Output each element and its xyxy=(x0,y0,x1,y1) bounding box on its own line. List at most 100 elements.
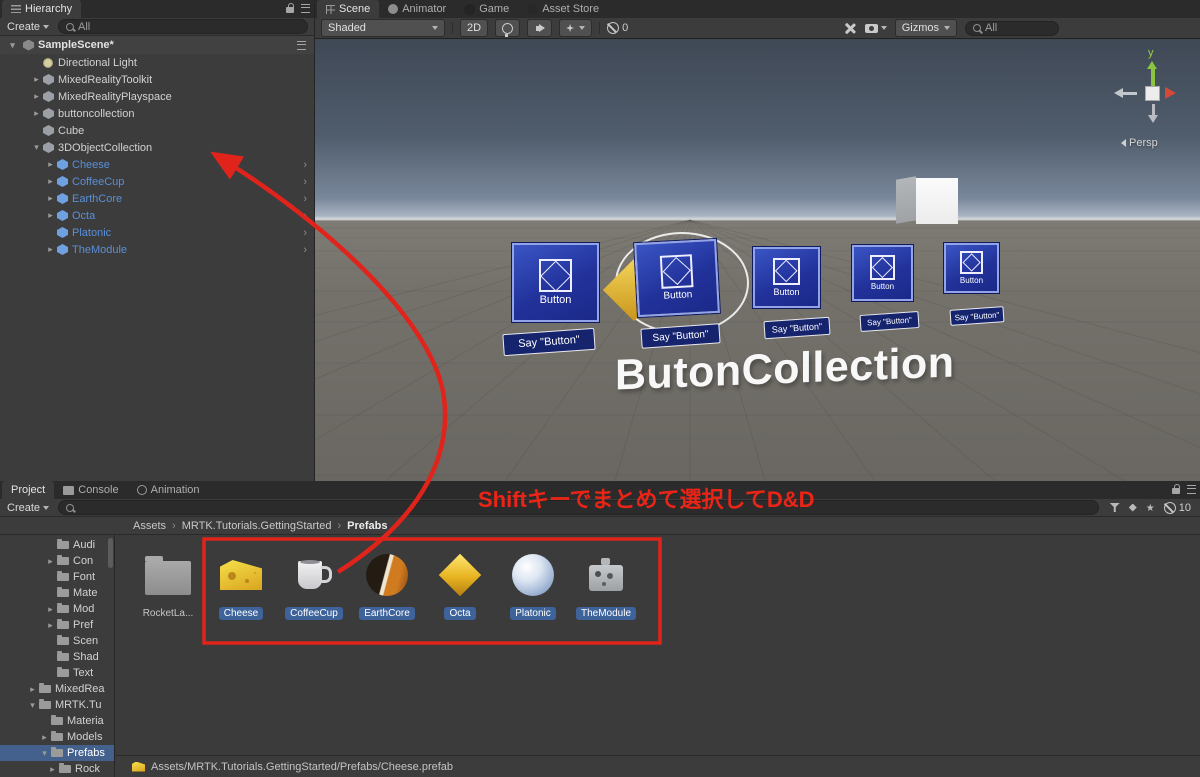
foldout-arrow[interactable]: ▸ xyxy=(30,74,43,85)
scene-button[interactable]: Button xyxy=(944,243,999,293)
project-folder-item[interactable]: Scen xyxy=(0,633,114,649)
asset-item[interactable]: TheModule xyxy=(575,535,637,620)
tab-hierarchy[interactable]: Hierarchy xyxy=(2,0,82,18)
tab-game[interactable]: Game xyxy=(455,0,518,18)
cube-object[interactable] xyxy=(896,176,958,224)
scene-camera-dropdown[interactable] xyxy=(864,23,887,33)
panel-menu-icon[interactable] xyxy=(301,3,310,13)
scene-button[interactable]: Button xyxy=(512,243,599,322)
project-folder-item[interactable]: Font xyxy=(0,569,114,585)
tab-console[interactable]: Console xyxy=(54,481,127,499)
scene-visibility-toggle[interactable]: 0 xyxy=(607,22,628,34)
hierarchy-item[interactable]: ▸ EarthCore › xyxy=(0,190,314,207)
tab-scene[interactable]: Scene xyxy=(317,0,380,18)
panel-menu-icon[interactable] xyxy=(1187,484,1196,494)
project-folder-item[interactable]: Audi xyxy=(0,537,114,553)
project-folder-item[interactable]: ▸ Models xyxy=(0,729,114,745)
hierarchy-item[interactable]: ▸ MixedRealityPlayspace xyxy=(0,88,314,105)
prefab-chevron-icon[interactable]: › xyxy=(303,193,307,205)
tab-animation[interactable]: Animation xyxy=(128,481,209,499)
asset-item[interactable]: Cheese xyxy=(212,535,270,620)
hierarchy-item[interactable]: Platonic › xyxy=(0,224,314,241)
search-by-label-icon[interactable] xyxy=(1128,503,1137,512)
foldout-arrow[interactable]: ▾ xyxy=(30,142,43,153)
foldout-arrow[interactable]: ▸ xyxy=(44,620,57,631)
foldout-arrow[interactable]: ▸ xyxy=(44,193,57,204)
foldout-arrow[interactable]: ▸ xyxy=(44,556,57,567)
search-by-type-icon[interactable] xyxy=(1109,503,1120,512)
lock-icon[interactable] xyxy=(286,3,294,13)
foldout-arrow[interactable]: ▸ xyxy=(44,210,57,221)
foldout-arrow[interactable]: ▾ xyxy=(26,700,39,711)
asset-item[interactable]: EarthCore xyxy=(358,535,416,620)
hidden-packages-toggle[interactable]: 10 xyxy=(1163,501,1191,514)
scene-effects-dropdown[interactable] xyxy=(559,19,593,37)
project-create-button[interactable]: Create xyxy=(3,500,53,516)
hierarchy-item[interactable]: ▸ MixedRealityToolkit xyxy=(0,71,314,88)
hierarchy-item[interactable]: ▸ Cheese › xyxy=(0,156,314,173)
foldout-arrow[interactable]: ▸ xyxy=(38,732,51,743)
2d-toggle[interactable]: 2D xyxy=(460,19,489,37)
orientation-gizmo[interactable]: y xyxy=(1110,47,1194,129)
hierarchy-create-button[interactable]: Create xyxy=(3,19,53,35)
asset-item[interactable]: CoffeeCup xyxy=(285,535,343,620)
foldout-arrow[interactable]: ▸ xyxy=(44,604,57,615)
foldout-arrow[interactable]: ▸ xyxy=(44,244,57,255)
draw-mode-dropdown[interactable]: Shaded xyxy=(321,19,445,37)
tab-asset-store[interactable]: Asset Store xyxy=(518,0,608,18)
gizmos-dropdown[interactable]: Gizmos xyxy=(894,19,957,37)
foldout-arrow[interactable]: ▸ xyxy=(44,176,57,187)
prefab-chevron-icon[interactable]: › xyxy=(303,176,307,188)
breadcrumb-current[interactable]: Prefabs xyxy=(347,520,387,532)
down-axis-arrow-icon[interactable] xyxy=(1148,115,1158,123)
foldout-arrow[interactable]: ▾ xyxy=(6,40,19,51)
project-folder-item[interactable]: ▸ Rock xyxy=(0,761,114,777)
project-folder-item[interactable]: ▸ MixedRea xyxy=(0,681,114,697)
scene-menu-icon[interactable] xyxy=(297,40,306,50)
project-folder-item[interactable]: ▸ Pref xyxy=(0,617,114,633)
hierarchy-item[interactable]: ▸ Octa › xyxy=(0,207,314,224)
breadcrumb-assets[interactable]: Assets xyxy=(133,520,166,532)
project-folder-item[interactable]: Shad xyxy=(0,649,114,665)
project-folder-item[interactable]: ▾ MRTK.Tu xyxy=(0,697,114,713)
asset-item[interactable]: RocketLa... xyxy=(139,535,197,620)
prefab-chevron-icon[interactable]: › xyxy=(303,244,307,256)
tab-project[interactable]: Project xyxy=(2,481,55,499)
scene-search-input[interactable]: All xyxy=(965,20,1059,36)
scene-button[interactable]: Button xyxy=(753,247,820,308)
hierarchy-item[interactable]: Directional Light xyxy=(0,54,314,71)
prefab-chevron-icon[interactable]: › xyxy=(303,227,307,239)
foldout-arrow[interactable]: ▸ xyxy=(26,684,39,695)
project-folder-item[interactable]: Text xyxy=(0,665,114,681)
scrollbar[interactable] xyxy=(108,538,113,568)
scene-viewport[interactable]: Button Say "Button" Button Say "Button" Butt… xyxy=(315,39,1200,481)
project-folder-item[interactable]: ▸ Con xyxy=(0,553,114,569)
prefab-chevron-icon[interactable]: › xyxy=(303,159,307,171)
foldout-arrow[interactable]: ▸ xyxy=(30,108,43,119)
lock-icon[interactable] xyxy=(1172,484,1180,494)
asset-item[interactable]: Octa xyxy=(431,535,489,620)
scene-header-row[interactable]: ▾ SampleScene* xyxy=(0,36,314,54)
foldout-arrow[interactable]: ▸ xyxy=(46,764,59,775)
hierarchy-item[interactable]: ▸ buttoncollection xyxy=(0,105,314,122)
prefab-chevron-icon[interactable]: › xyxy=(303,210,307,222)
project-folder-item[interactable]: ▸ Mod xyxy=(0,601,114,617)
hierarchy-search-input[interactable]: All xyxy=(58,19,308,34)
gizmo-center-cube[interactable] xyxy=(1145,86,1160,101)
asset-item[interactable]: Platonic xyxy=(504,535,562,620)
project-folder-item[interactable]: ▾ Prefabs xyxy=(0,745,114,761)
foldout-arrow[interactable]: ▸ xyxy=(30,91,43,102)
foldout-arrow[interactable]: ▸ xyxy=(44,159,57,170)
foldout-arrow[interactable]: ▾ xyxy=(38,748,51,759)
x-axis-arrow-icon[interactable] xyxy=(1165,87,1176,99)
hierarchy-item[interactable]: Cube xyxy=(0,122,314,139)
scene-button[interactable]: Button xyxy=(634,238,720,318)
scene-button[interactable]: Button xyxy=(852,245,913,301)
component-tools-icon[interactable] xyxy=(844,22,857,35)
projection-toggle[interactable]: Persp xyxy=(1121,137,1158,149)
project-folder-item[interactable]: Mate xyxy=(0,585,114,601)
left-axis-arrow-icon[interactable] xyxy=(1114,88,1123,98)
hierarchy-item[interactable]: ▸ TheModule › xyxy=(0,241,314,258)
scene-lighting-toggle[interactable] xyxy=(495,19,521,37)
project-folder-item[interactable]: Materia xyxy=(0,713,114,729)
